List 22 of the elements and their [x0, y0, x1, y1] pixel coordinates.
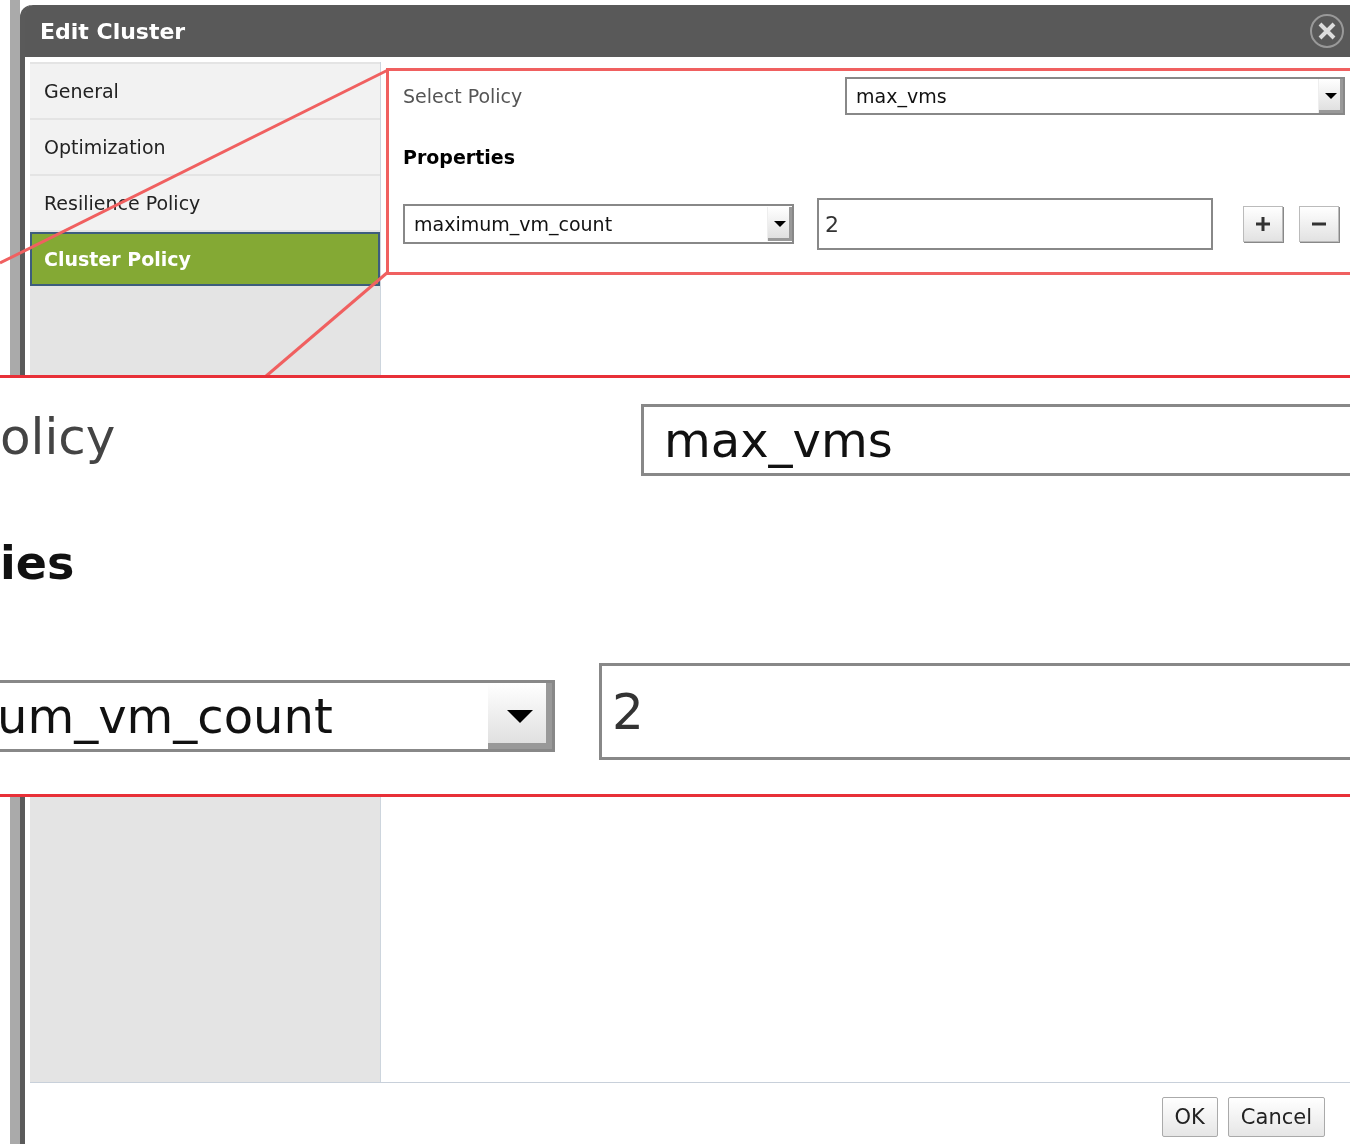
field-label: olicy	[0, 408, 116, 466]
close-icon[interactable]	[1309, 13, 1345, 49]
plus-icon	[1255, 216, 1271, 232]
remove-button[interactable]	[1299, 206, 1339, 242]
value-field[interactable]: 2	[817, 198, 1213, 250]
caret-icon	[507, 709, 533, 723]
value-field[interactable]: 2	[599, 663, 1350, 760]
policy-dropdown[interactable]: max_vms	[641, 404, 1350, 476]
dialog-button[interactable]: OK	[1161, 1097, 1218, 1137]
property-dropdown[interactable]: um_vm_count	[0, 680, 555, 752]
add-button[interactable]	[1243, 206, 1283, 242]
section-heading: Properties	[403, 146, 516, 168]
dialog-title: Edit Cluster	[40, 18, 186, 44]
policy-dropdown[interactable]: max_vms	[845, 77, 1345, 115]
property-dropdown[interactable]: maximum_vm_count	[403, 204, 794, 244]
caret-icon	[774, 221, 786, 227]
caret-icon	[1325, 93, 1337, 99]
sidebar-item[interactable]: General	[30, 64, 380, 118]
dialog-button[interactable]: Cancel	[1227, 1097, 1325, 1137]
field-label: Select Policy	[403, 85, 523, 107]
section-heading: ies	[0, 536, 75, 590]
sidebar-item[interactable]: Optimization	[30, 120, 380, 174]
